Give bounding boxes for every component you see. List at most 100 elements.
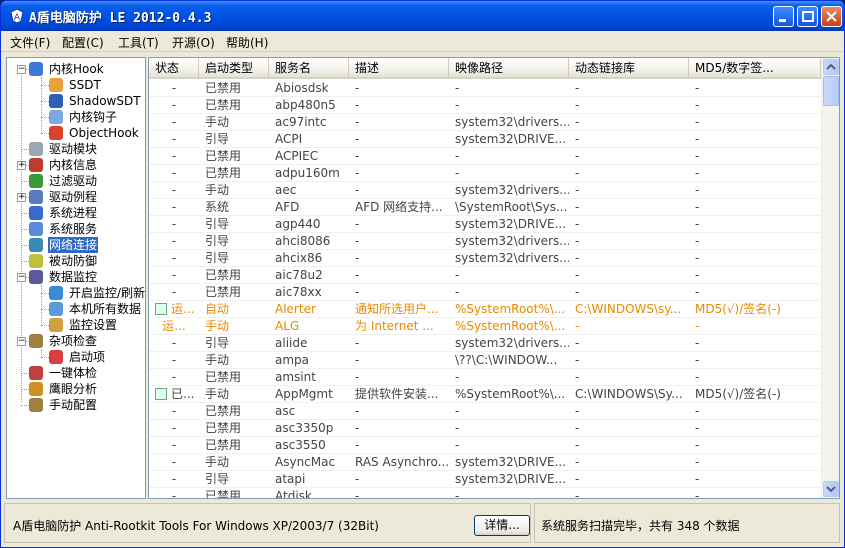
table-cell: -	[695, 404, 700, 418]
column-header[interactable]: 映像路径	[449, 58, 569, 79]
table-cell: system32\drivers...	[455, 183, 569, 197]
table-cell: \??\C:\WINDOW...	[455, 353, 558, 367]
collapse-icon[interactable]: −	[17, 273, 26, 282]
table-cell: 已...	[171, 387, 195, 401]
table-cell: system32\DRIVE...	[455, 455, 567, 469]
expand-icon[interactable]: +	[17, 193, 26, 202]
scroll-up-button[interactable]	[823, 59, 839, 75]
table-row[interactable]: - 系统 AFD AFD 网络支持... \SystemRoot\Sys... - -	[149, 199, 821, 216]
table-row[interactable]: 运... 手动 ALG 为 Internet ... %SystemRoot%\... -…	[149, 318, 821, 335]
table-cell: 为 Internet ...	[355, 319, 434, 333]
table-row[interactable]: - 已禁用 abp480n5 - - - -	[149, 97, 821, 114]
table-cell: -	[575, 200, 580, 214]
table-cell: -	[575, 268, 580, 282]
collapse-icon[interactable]: −	[17, 337, 26, 346]
table-row[interactable]: - 手动 aec - system32\drivers... - -	[149, 182, 821, 199]
table-row[interactable]: - 已禁用 aic78u2 - - - -	[149, 267, 821, 284]
table-cell: -	[171, 404, 177, 418]
tree-item-label: 杂项检查	[49, 334, 98, 348]
column-header[interactable]: 状态	[149, 58, 199, 79]
table-cell: -	[575, 421, 580, 435]
scroll-thumb[interactable]	[823, 76, 839, 106]
tree-guide-line	[41, 349, 42, 357]
table-row[interactable]: - 已禁用 adpu160m - - - -	[149, 165, 821, 182]
table-row[interactable]: - 已禁用 ACPIEC - - - -	[149, 148, 821, 165]
table-cell: system32\drivers...	[455, 251, 569, 265]
menu-opensource[interactable]: 开源(O)	[172, 34, 215, 51]
close-button[interactable]	[821, 6, 842, 27]
table-cell: -	[355, 370, 360, 384]
table-row[interactable]: - 已禁用 Atdisk - - - -	[149, 488, 821, 499]
menu-help[interactable]: 帮助(H)	[226, 34, 268, 51]
table-cell: 已禁用	[205, 404, 242, 418]
title-bar[interactable]: A A盾电脑防护 LE 2012-0.4.3	[1, 1, 844, 31]
table-cell: ACPIEC	[275, 149, 319, 163]
table-cell: adpu160m	[275, 166, 340, 180]
menu-file[interactable]: 文件(F)	[10, 34, 50, 51]
table-cell: -	[575, 489, 580, 499]
column-header[interactable]: 服务名	[269, 58, 349, 79]
table-cell: RAS Asynchro...	[355, 455, 449, 469]
table-cell: -	[171, 455, 177, 469]
table-row[interactable]: 运... 自动 Alerter 通知所选用户... %SystemRoot%\... C:…	[149, 301, 821, 318]
minimize-button[interactable]	[773, 6, 794, 27]
table-cell: 引导	[205, 132, 230, 146]
collapse-icon[interactable]: −	[17, 65, 26, 74]
table-cell: -	[575, 183, 580, 197]
table-cell: -	[575, 149, 580, 163]
startup-icon	[49, 350, 63, 364]
table-cell: -	[455, 81, 460, 95]
scroll-down-button[interactable]	[823, 481, 839, 497]
table-row[interactable]: - 已禁用 asc3550 - - - -	[149, 437, 821, 454]
table-cell: -	[355, 81, 360, 95]
column-header[interactable]: 启动类型	[199, 58, 269, 79]
table-cell: -	[575, 98, 580, 112]
details-button[interactable]: 详情...	[474, 515, 530, 536]
tree-item-label: 内核信息	[49, 158, 98, 172]
table-row[interactable]: - 已禁用 Abiosdsk - - - -	[149, 80, 821, 97]
table-row[interactable]: - 手动 ampa - \??\C:\WINDOW... - -	[149, 352, 821, 369]
table-cell: MD5(√)/签名(-)	[695, 302, 781, 316]
column-header[interactable]: 描述	[349, 58, 449, 79]
table-row[interactable]: - 已禁用 asc - - - -	[149, 403, 821, 420]
table-row[interactable]: - 引导 ahcix86- system32\drivers... - -	[149, 250, 821, 267]
table-cell: -	[695, 268, 700, 282]
table-cell: C:\WINDOWS\Sy...	[575, 387, 683, 401]
kernel-hook-sub-icon	[49, 110, 63, 124]
table-cell: MD5(√)/签名(-)	[695, 387, 781, 401]
expand-icon[interactable]: +	[17, 161, 26, 170]
table-row[interactable]: - 引导 agp440- system32\DRIVE... - -	[149, 216, 821, 233]
column-header[interactable]: 动态链接库	[569, 58, 689, 79]
table-cell: -	[695, 319, 700, 333]
table-row[interactable]: - 引导 ahci8086- system32\drivers... - -	[149, 233, 821, 250]
table-row[interactable]: - 已禁用 amsint - - - -	[149, 369, 821, 386]
table-row[interactable]: - 引导 ACPI - system32\DRIVE... - -	[149, 131, 821, 148]
table-cell: -	[695, 455, 700, 469]
table-cell: -	[575, 353, 580, 367]
chevron-up-icon	[826, 63, 836, 70]
table-cell: -	[355, 336, 360, 350]
menu-tools[interactable]: 工具(T)	[118, 34, 159, 51]
table-row[interactable]: 已... 手动 AppMgmt 提供软件安装... %SystemRoot%\... C:…	[149, 386, 821, 403]
table-row[interactable]: - 引导 aliide - system32\drivers... - -	[149, 335, 821, 352]
table-cell: -	[171, 353, 177, 367]
column-header[interactable]: MD5/数字签...	[689, 58, 821, 79]
table-cell: 手动	[205, 353, 230, 367]
table-cell: -	[355, 421, 360, 435]
table-row[interactable]: - 已禁用 aic78xx - - - -	[149, 284, 821, 301]
table-row[interactable]: - 手动 ac97intc - system32\drivers... - -	[149, 114, 821, 131]
maximize-button[interactable]	[797, 6, 818, 27]
vertical-scrollbar[interactable]	[821, 58, 839, 498]
nav-tree: 内核Hook − SSDT ShadowSDT 内核钩子 ObjectHook 驱动模块 内核…	[6, 57, 146, 499]
table-cell: system32\drivers...	[455, 115, 569, 129]
table-cell: %SystemRoot%\...	[455, 387, 566, 401]
table-row[interactable]: - 已禁用 asc3350p - - - -	[149, 420, 821, 437]
table-cell: -	[575, 472, 580, 486]
table-cell: ac97intc	[275, 115, 327, 129]
menu-config[interactable]: 配置(C)	[62, 34, 104, 51]
table-row[interactable]: - 手动 AsyncMac RAS Asynchro... system32\DRIVE…	[149, 454, 821, 471]
table-cell: -	[455, 285, 460, 299]
table-row[interactable]: - 引导 atapi - system32\DRIVE... - -	[149, 471, 821, 488]
table-cell: ALG	[275, 319, 300, 333]
status-product-text: A盾电脑防护 Anti-Rootkit Tools For Windows XP…	[13, 519, 379, 533]
